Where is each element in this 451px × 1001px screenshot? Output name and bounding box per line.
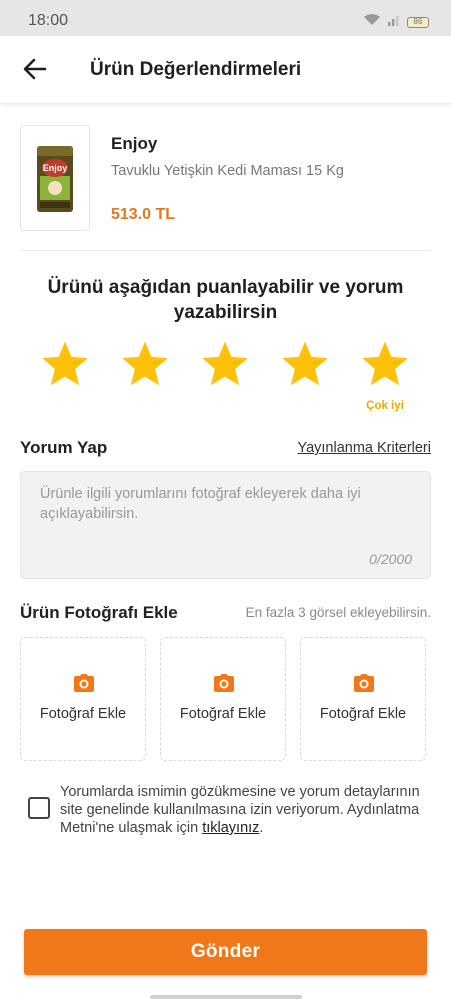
consent-checkbox[interactable] bbox=[28, 797, 50, 819]
add-photo-label: Fotoğraf Ekle bbox=[319, 706, 407, 722]
signal-icon bbox=[387, 13, 401, 31]
add-photo-button-2[interactable]: Fotoğraf Ekle bbox=[160, 637, 286, 761]
camera-icon bbox=[74, 674, 94, 697]
product-price: 513.0 TL bbox=[111, 206, 176, 223]
disclosure-link[interactable]: tıklayınız bbox=[202, 820, 259, 836]
product-brand: Enjoy bbox=[111, 134, 158, 153]
photos-header: Ürün Fotoğrafı Ekle En fazla 3 görsel ek… bbox=[20, 603, 431, 627]
comment-header: Yorum Yap Yayınlanma Kriterleri bbox=[20, 438, 431, 462]
star-5-button[interactable] bbox=[357, 336, 413, 392]
star-rating bbox=[20, 336, 431, 400]
star-icon bbox=[362, 341, 408, 386]
star-icon bbox=[122, 341, 168, 386]
consent-text: Yorumlarda ismimin gözükmesine ve yorum … bbox=[60, 783, 432, 837]
status-bar: 18:00 86 bbox=[0, 0, 451, 36]
status-time: 18:00 bbox=[28, 12, 69, 29]
comment-title: Yorum Yap bbox=[20, 438, 108, 457]
consent-row: Yorumlarda ismimin gözükmesine ve yorum … bbox=[28, 783, 431, 843]
back-button[interactable] bbox=[18, 56, 52, 86]
rating-prompt: Ürünü aşağıdan puanlayabilir ve yorum ya… bbox=[47, 277, 404, 323]
submit-button[interactable]: Gönder bbox=[24, 929, 427, 975]
star-1-button[interactable] bbox=[37, 336, 93, 392]
home-indicator bbox=[150, 995, 302, 999]
product-package-logo: Enjoy bbox=[43, 163, 68, 173]
star-icon bbox=[282, 341, 328, 386]
camera-icon bbox=[214, 674, 234, 697]
arrow-left-icon bbox=[23, 58, 47, 85]
star-icon bbox=[202, 341, 248, 386]
product-package-image: Enjoy bbox=[37, 146, 73, 212]
add-photo-button-1[interactable]: Fotoğraf Ekle bbox=[20, 637, 146, 761]
star-3-button[interactable] bbox=[197, 336, 253, 392]
status-icons: 86 bbox=[363, 13, 429, 31]
camera-icon bbox=[354, 674, 374, 697]
add-photo-button-3[interactable]: Fotoğraf Ekle bbox=[300, 637, 426, 761]
photos-title: Ürün Fotoğrafı Ekle bbox=[20, 603, 178, 622]
page-title: Ürün Değerlendirmeleri bbox=[90, 59, 302, 80]
battery-icon: 86 bbox=[407, 16, 429, 28]
product-name: Tavuklu Yetişkin Kedi Maması 15 Kg bbox=[111, 163, 344, 179]
product-image: Enjoy bbox=[20, 125, 90, 231]
consent-text-suffix: . bbox=[259, 820, 264, 836]
star-2-button[interactable] bbox=[117, 336, 173, 392]
wifi-icon bbox=[363, 13, 381, 31]
comment-box: 0/2000 bbox=[20, 471, 431, 579]
star-4-button[interactable] bbox=[277, 336, 333, 392]
product-summary: Enjoy Enjoy Tavuklu Yetişkin Kedi Maması… bbox=[20, 125, 431, 231]
divider bbox=[20, 250, 431, 251]
add-photo-label: Fotoğraf Ekle bbox=[179, 706, 267, 722]
publishing-criteria-link[interactable]: Yayınlanma Kriterleri bbox=[297, 440, 431, 456]
rating-caption: Çok iyi bbox=[366, 400, 404, 412]
add-photo-label: Fotoğraf Ekle bbox=[39, 706, 127, 722]
char-counter: 0/2000 bbox=[369, 551, 412, 567]
star-icon bbox=[42, 341, 88, 386]
app-header: Ürün Değerlendirmeleri bbox=[0, 36, 451, 104]
photos-hint: En fazla 3 görsel ekleyebilirsin. bbox=[245, 605, 431, 620]
